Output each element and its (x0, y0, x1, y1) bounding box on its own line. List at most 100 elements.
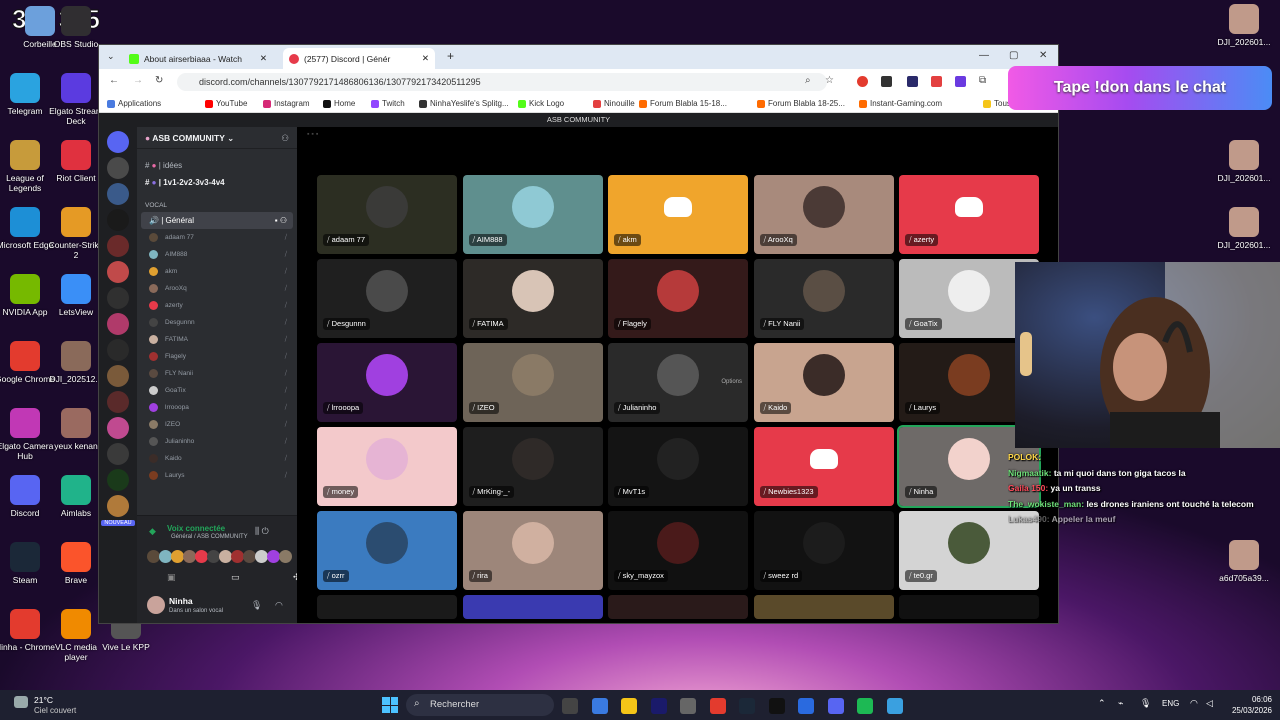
close-icon[interactable]: ✕ (422, 53, 429, 64)
close-window-button[interactable]: ✕ (1039, 50, 1047, 61)
video-tile[interactable]: ⧸ ArooXq (753, 175, 894, 254)
wifi-icon[interactable]: ◠ (1190, 698, 1198, 709)
extension-icon[interactable] (955, 76, 966, 87)
extension-icon[interactable] (931, 76, 942, 87)
bookmark-item[interactable]: Applications (107, 99, 161, 108)
video-tile[interactable]: ⧸ adaam 77 (317, 175, 457, 254)
desktop-icon[interactable]: DJI_202601... (1214, 140, 1274, 183)
bookmark-item[interactable]: Instant-Gaming.com (859, 99, 942, 108)
server-icon[interactable] (107, 339, 129, 361)
camera-icon[interactable]: ▣ (167, 572, 176, 583)
new-tab-button[interactable]: + (447, 49, 454, 63)
taskbar-app-icon[interactable] (650, 698, 667, 714)
voice-user[interactable]: Flagely ⧸ (137, 348, 297, 365)
voice-channel-general[interactable]: 🔊 | Général ▪ ⚇ (141, 212, 293, 229)
video-tile[interactable]: ⧸ azerty (899, 175, 1039, 254)
server-icon[interactable] (107, 443, 129, 465)
voice-user[interactable]: GoaTix ⧸ (137, 382, 297, 399)
voice-user[interactable]: FLY Nanii ⧸ (137, 365, 297, 382)
back-icon[interactable]: ← (109, 75, 119, 86)
tab-search-icon[interactable]: ⌄ (107, 51, 115, 62)
server-icon[interactable] (107, 287, 129, 309)
bookmark-item[interactable]: Ninouille (593, 99, 635, 108)
weather-temp[interactable]: 21°C (34, 695, 53, 705)
voice-user[interactable]: FATIMA ⧸ (137, 331, 297, 348)
server-icon[interactable] (107, 131, 129, 153)
desktop-icon[interactable]: Brave (46, 542, 106, 585)
video-tile[interactable]: ⧸ akm (608, 175, 748, 254)
video-tile[interactable]: ⧸ ozrr (317, 511, 457, 590)
taskbar-app-icon[interactable] (768, 698, 785, 714)
chat-user[interactable]: Lukas490: (1008, 514, 1050, 524)
volume-icon[interactable]: ◁ (1206, 698, 1213, 709)
desktop-icon[interactable]: a6d705a39... (1214, 540, 1274, 583)
bookmark-item[interactable]: Instagram (263, 99, 310, 108)
signal-icon[interactable]: ◆ (149, 526, 156, 537)
video-tile[interactable] (753, 595, 894, 619)
desktop-icon[interactable]: DJI_202601... (1214, 207, 1274, 250)
video-tile[interactable]: ⧸ Newbies1323 (753, 427, 894, 506)
desktop-icon[interactable]: Riot Client (46, 140, 106, 183)
bookmark-item[interactable]: Home (323, 99, 355, 108)
voice-user[interactable]: IZEO ⧸ (137, 416, 297, 433)
bookmark-item[interactable]: Twitch (371, 99, 405, 108)
voice-user[interactable]: Julianinho ⧸ (137, 433, 297, 450)
mic-icon[interactable]: 🎙 (251, 600, 262, 611)
server-icon[interactable] (107, 417, 129, 439)
video-tile[interactable]: ⧸ MrKing-_- (462, 427, 603, 506)
voice-user[interactable]: Kaido ⧸ (137, 450, 297, 467)
language[interactable]: ENG (1162, 699, 1179, 708)
server-icon[interactable] (107, 157, 129, 179)
voice-user[interactable]: ArooXq ⧸ (137, 280, 297, 297)
tab-airserbia[interactable]: About airserbiaaa - Watch ✕ (123, 48, 273, 69)
mic-icon[interactable]: 🎙 (1140, 698, 1151, 709)
server-icon[interactable] (107, 261, 129, 283)
video-tile[interactable]: ⧸ IZEO (462, 343, 603, 422)
taskbar-app-icon[interactable] (886, 698, 903, 714)
url-input[interactable]: discord.com/channels/1307792171486806136… (177, 73, 827, 91)
desktop-icon[interactable]: DJI_202512... (46, 341, 106, 384)
search-input[interactable]: Rechercher (406, 694, 554, 716)
taskbar-app-icon[interactable] (798, 698, 814, 714)
voice-location[interactable]: Général / ASB COMMUNITY (171, 534, 248, 540)
weather-desc[interactable]: Ciel couvert (34, 706, 76, 715)
minimize-button[interactable]: — (979, 50, 989, 61)
desktop-icon[interactable]: Counter-Strike 2 (46, 207, 106, 260)
taskbar-app-icon[interactable] (709, 698, 726, 714)
chat-user[interactable]: Nigmaatik: (1008, 468, 1051, 478)
taskbar-app-icon[interactable] (827, 698, 844, 714)
star-icon[interactable]: ☆ (825, 75, 834, 86)
video-tile[interactable]: ⧸ sweez rd (753, 511, 894, 590)
server-icon[interactable] (107, 495, 129, 517)
chat-user[interactable]: POLOK: (1008, 452, 1041, 462)
channel-1v1[interactable]: # ● | 1v1-2v2-3v3-4v4 (137, 174, 297, 191)
video-tile[interactable]: ⧸ Flagely (608, 259, 748, 338)
video-tile[interactable] (608, 595, 748, 619)
video-tile[interactable]: ⧸ AIM888 (462, 175, 603, 254)
video-tile[interactable]: ⧸ rira (462, 511, 603, 590)
avatar[interactable] (279, 550, 292, 563)
desktop-icon[interactable]: Aimlabs (46, 475, 106, 518)
taskbar-app-icon[interactable] (621, 698, 637, 714)
clock-date[interactable]: 25/03/2026 (1222, 706, 1272, 715)
headset-icon[interactable]: ◠ (275, 600, 283, 611)
chat-user[interactable]: Gaila 150: (1008, 483, 1048, 493)
desktop-icon[interactable]: Elgato Stream Deck (46, 73, 106, 126)
server-icon[interactable] (107, 183, 129, 205)
server-icon[interactable] (107, 209, 129, 231)
video-tile[interactable]: ⧸ MvT1s (608, 427, 748, 506)
bookmark-item[interactable]: NinhaYeslife's Splitg... (419, 99, 509, 108)
bookmark-item[interactable]: Kick Logo (518, 99, 564, 108)
server-icon[interactable] (107, 469, 129, 491)
voice-user[interactable]: Desgunnn ⧸ (137, 314, 297, 331)
channel-idees[interactable]: # ● | idées (137, 157, 297, 174)
zoom-icon[interactable]: ⌕ (805, 75, 811, 86)
video-tile[interactable]: ⧸ money (317, 427, 457, 506)
close-icon[interactable]: ✕ (260, 53, 267, 64)
desktop-icon[interactable]: OBS Studio (46, 6, 106, 49)
voice-user[interactable]: azerty ⧸ (137, 297, 297, 314)
noise-icon[interactable]: ⫼ ⏻ (255, 526, 269, 537)
forward-icon[interactable]: → (133, 75, 143, 86)
clock-time[interactable]: 06:06 (1222, 695, 1272, 704)
chevron-up-icon[interactable]: ⌃ (1098, 698, 1106, 709)
